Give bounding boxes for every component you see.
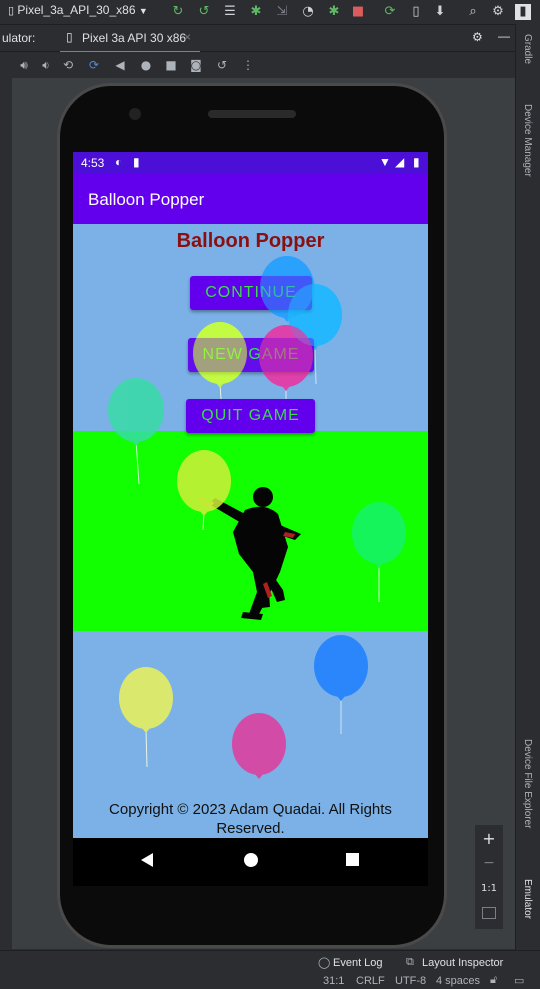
layout-inspector-button[interactable]: Layout Inspector: [422, 957, 503, 969]
zoom-out-button[interactable]: −: [475, 855, 503, 871]
right-tool-strip: Gradle Device Manager Device File Explor…: [515, 24, 540, 969]
balloon[interactable]: [259, 325, 313, 387]
logcat-icon[interactable]: ☰: [222, 4, 238, 20]
layout-inspector-icon: ⧉: [406, 956, 414, 968]
volume-up-icon[interactable]: 🔊︎: [16, 57, 32, 73]
tab-emulator-device[interactable]: ▯ Pixel 3a API 30 x86 ×: [60, 25, 200, 53]
gear-icon[interactable]: ⚙: [472, 30, 483, 44]
event-log-button[interactable]: Event Log: [333, 957, 383, 969]
file-encoding[interactable]: UTF-8: [395, 975, 426, 987]
zoom-controls: + − 1:1: [474, 824, 504, 930]
back-icon[interactable]: [141, 853, 153, 867]
front-camera: [129, 108, 141, 120]
volume-down-icon[interactable]: 🔉︎: [38, 57, 54, 73]
zoom-actual-size-button[interactable]: 1:1: [475, 883, 503, 894]
gradle-tab[interactable]: Gradle: [522, 34, 533, 64]
rotate-right-icon[interactable]: ⟳: [86, 57, 102, 73]
home-icon[interactable]: [244, 853, 258, 867]
back-icon[interactable]: ◀: [112, 57, 128, 73]
debug-attach-icon[interactable]: ✱: [326, 4, 342, 20]
zoom-in-button[interactable]: +: [475, 829, 503, 848]
balloon-overlay-layer: [193, 256, 342, 387]
sync-icon[interactable]: ⟳: [382, 4, 398, 20]
fit-screen-icon[interactable]: [482, 907, 496, 919]
rotate-left-icon[interactable]: ⟲: [60, 57, 76, 73]
profiler-icon[interactable]: ◔: [300, 4, 316, 20]
copyright-line-1: Copyright © 2023 Adam Quadai. All Rights: [109, 801, 392, 818]
phone-icon: ▯: [8, 5, 15, 17]
copyright-text: Copyright © 2023 Adam Quadai. All Rights…: [73, 800, 428, 838]
snapshot-icon[interactable]: ↺: [214, 57, 230, 73]
debug-icon[interactable]: ✱: [248, 4, 264, 20]
device-file-explorer-tab[interactable]: Device File Explorer: [522, 739, 533, 828]
chevron-down-icon: ▼: [138, 6, 148, 16]
copyright-line-2: Reserved.: [216, 820, 285, 837]
android-nav-bar: [73, 838, 428, 886]
device-manager-tab[interactable]: Device Manager: [522, 104, 533, 177]
gear-icon[interactable]: ⚙: [490, 4, 506, 20]
tool-window-bar: ◯ Event Log ⧉ Layout Inspector: [0, 950, 540, 973]
apply-changes-icon[interactable]: ↻: [170, 4, 186, 20]
emulator-tab-bar: ulator: ▯ Pixel 3a API 30 x86 × ⚙ —: [0, 25, 540, 53]
more-icon[interactable]: ⋮: [240, 57, 256, 73]
device-selector[interactable]: ▯ Pixel_3a_API_30_x86 ▼: [8, 3, 158, 21]
caret-position[interactable]: 31:1: [323, 975, 344, 987]
close-icon[interactable]: ×: [184, 30, 191, 44]
line-separator[interactable]: CRLF: [356, 975, 385, 987]
phone-icon: ▯: [66, 30, 73, 44]
search-icon[interactable]: ⌕: [465, 4, 481, 20]
minimize-icon[interactable]: —: [498, 29, 510, 43]
apply-code-changes-icon[interactable]: ↺: [196, 4, 212, 20]
stop-icon[interactable]: ■: [350, 4, 366, 20]
camera-icon[interactable]: ◙: [188, 57, 204, 73]
emulator-tab[interactable]: Emulator: [522, 879, 533, 919]
earpiece-speaker: [208, 110, 296, 118]
lock-icon[interactable]: 🔓︎: [490, 974, 497, 987]
device-selector-label: Pixel_3a_API_30_x86: [17, 3, 136, 17]
indent-setting[interactable]: 4 spaces: [436, 975, 480, 987]
status-bar: 31:1 CRLF UTF-8 4 spaces 🔓︎ ▭: [0, 972, 540, 989]
sdk-manager-icon[interactable]: ⬇: [432, 4, 448, 20]
device-screen: 4:53 ◐ ▮ ▼ ◢ ▮ Balloon Popper Balloon Po…: [73, 152, 428, 838]
avd-manager-icon[interactable]: ▯: [408, 4, 424, 20]
emulator-controls: 🔊︎ 🔉︎ ⟲ ⟳ ◀ ● ■ ◙ ↺ ⋮: [0, 52, 515, 78]
overview-icon[interactable]: ■: [163, 57, 179, 73]
emulator-panel-label: ulator:: [2, 31, 36, 45]
overview-icon[interactable]: [346, 853, 359, 866]
event-log-icon: ◯: [318, 957, 331, 969]
home-icon[interactable]: ●: [138, 57, 154, 73]
tab-label: Pixel 3a API 30 x86: [82, 31, 187, 45]
balloon[interactable]: [193, 322, 247, 384]
memory-indicator-icon[interactable]: ▭: [514, 974, 524, 987]
account-icon[interactable]: ▮: [515, 4, 531, 20]
attach-debugger-icon[interactable]: ⇲: [274, 4, 290, 20]
ide-toolbar: ▯ Pixel_3a_API_30_x86 ▼ ↻ ↺ ☰ ✱ ⇲ ◔ ✱ ■ …: [0, 0, 540, 25]
